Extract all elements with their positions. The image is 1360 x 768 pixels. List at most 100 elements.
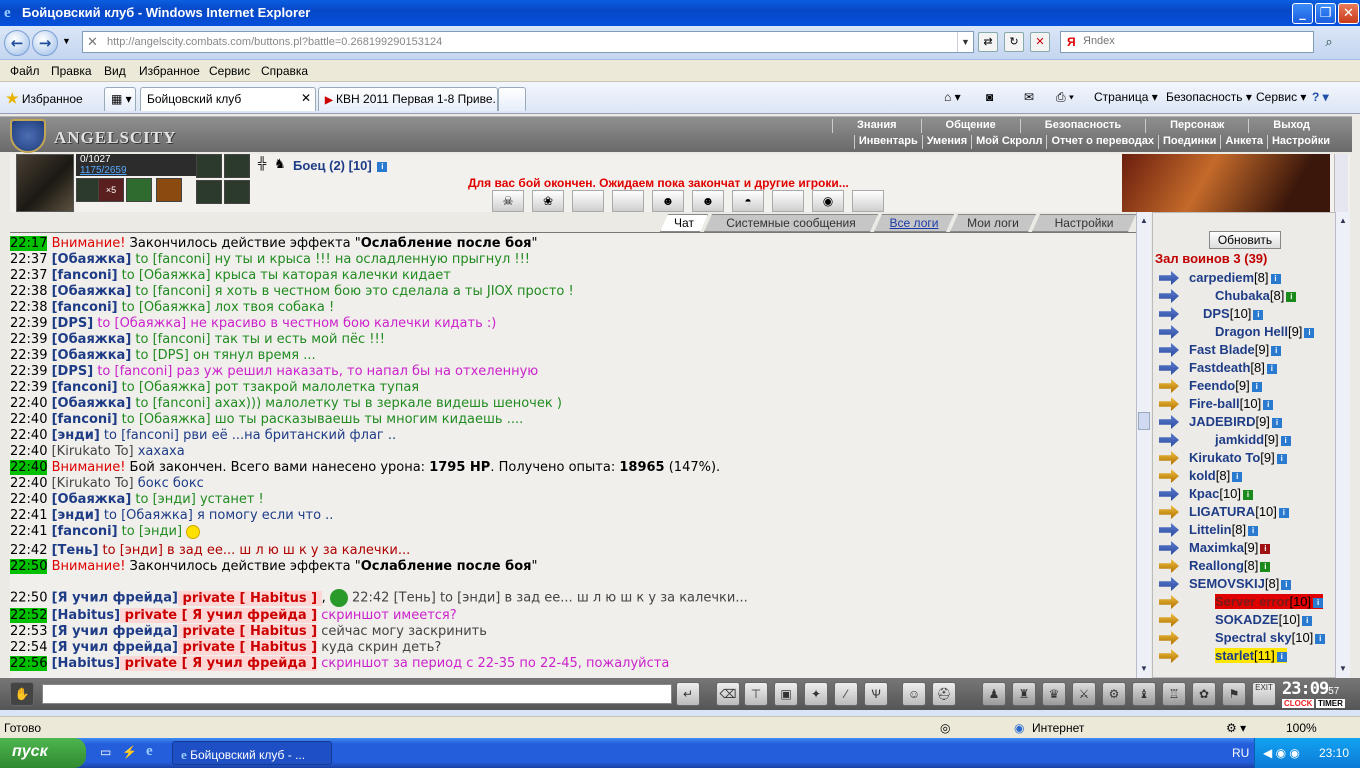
nav-fights[interactable]: Поединки: [1157, 135, 1220, 149]
private-message-icon[interactable]: [1159, 505, 1179, 519]
item-slot[interactable]: [196, 180, 222, 204]
chat-timestamp[interactable]: 22:56: [10, 656, 48, 671]
tab-fight-club[interactable]: Бойцовский клуб ✕: [140, 87, 316, 111]
stop-icon[interactable]: ✕: [1030, 32, 1050, 52]
chat-nick[interactable]: [DPS]: [52, 364, 94, 379]
player-row[interactable]: Spectral sky[10] i: [1159, 629, 1335, 647]
chat-timestamp[interactable]: 22:37: [10, 252, 47, 267]
chat-timestamp[interactable]: 22:40: [10, 492, 47, 507]
player-row[interactable]: Fast Blade[9] i: [1159, 341, 1335, 359]
private-message-icon[interactable]: [1159, 271, 1179, 285]
player-name[interactable]: Maximka[9] i: [1189, 540, 1271, 555]
player-name[interactable]: LIGATURA[10] i: [1189, 504, 1289, 519]
close-button[interactable]: ✕: [1338, 3, 1359, 24]
chat-nick[interactable]: [энди]: [52, 508, 100, 523]
chat-nick[interactable]: [DPS]: [52, 316, 94, 331]
info-icon[interactable]: i: [1286, 291, 1297, 302]
tab-kvn[interactable]: ▶ КВН 2011 Первая 1-8 Приве...: [318, 87, 498, 111]
chat-timestamp[interactable]: 22:17: [10, 236, 48, 251]
player-name[interactable]: Server error[10] i: [1215, 594, 1324, 609]
zoom-level[interactable]: 100%: [1286, 721, 1317, 735]
clock-label[interactable]: CLOCK: [1282, 699, 1315, 708]
search-input[interactable]: [1083, 35, 1303, 47]
player-row[interactable]: JADEBIRD[9] i: [1159, 413, 1335, 431]
chat-private-tag[interactable]: private [ Я учил фрейда ]: [120, 656, 318, 671]
chat-nick[interactable]: [Обаяжка]: [52, 348, 132, 363]
chat-nick[interactable]: [Обаяжка]: [52, 284, 132, 299]
chat-private-tag[interactable]: private [ Я учил фрейда ]: [120, 608, 318, 623]
quick-tabs-button[interactable]: ▦ ▾: [104, 87, 136, 111]
new-tab-button[interactable]: [498, 87, 526, 111]
player-row[interactable]: Reallong[8] i: [1159, 557, 1335, 575]
nav-inventory[interactable]: Инвентарь: [853, 135, 922, 149]
action-icon[interactable]: ♛: [1042, 682, 1066, 706]
nav-security[interactable]: Безопасность: [1019, 119, 1145, 133]
tab-chat[interactable]: Чат: [660, 214, 708, 232]
info-icon[interactable]: i: [1232, 471, 1243, 482]
action-icon[interactable]: ♝: [1132, 682, 1156, 706]
back-button[interactable]: ←: [4, 30, 30, 56]
private-message-icon[interactable]: [1159, 541, 1179, 555]
action-icon[interactable]: ⚙: [1102, 682, 1126, 706]
info-icon[interactable]: i: [1315, 633, 1326, 644]
player-name[interactable]: Littelin[8] i: [1189, 522, 1259, 537]
action-button[interactable]: [572, 190, 604, 212]
player-row[interactable]: Dragon Hell[9] i: [1159, 323, 1335, 341]
chat-private-tag[interactable]: private [ Habitus ]: [178, 624, 318, 639]
action-icon[interactable]: ♜: [1012, 682, 1036, 706]
player-name[interactable]: kold[8] i: [1189, 468, 1243, 483]
player-name[interactable]: SOKADZE[10] i: [1215, 612, 1313, 627]
chat-nick[interactable]: [Обаяжка]: [52, 396, 132, 411]
desktop-icon[interactable]: ▭: [100, 745, 111, 759]
player-name[interactable]: Fire-ball[10] i: [1189, 396, 1274, 411]
favorites-button[interactable]: ★ Избранное: [6, 90, 83, 107]
private-message-icon[interactable]: [1159, 487, 1179, 501]
chat-nick[interactable]: [fanconi]: [52, 380, 118, 395]
chat-nick[interactable]: [Обаяжка]: [52, 332, 132, 347]
player-name[interactable]: carpediem[8] i: [1189, 270, 1281, 285]
info-icon[interactable]: i: [1266, 363, 1277, 374]
private-message-icon[interactable]: [1159, 631, 1179, 645]
info-icon[interactable]: i: [1253, 309, 1264, 320]
chat-nick[interactable]: [энди]: [52, 428, 100, 443]
chat-input[interactable]: [42, 684, 672, 704]
info-icon[interactable]: i: [1248, 525, 1259, 536]
action-icon[interactable]: ♟: [982, 682, 1006, 706]
nav-settings[interactable]: Настройки: [1266, 135, 1334, 149]
smiley-icon[interactable]: ☺: [902, 682, 926, 706]
fighter-name[interactable]: Боец (2) [10] i: [293, 158, 388, 173]
menu-file[interactable]: Файл: [10, 64, 40, 78]
player-row[interactable]: carpediem[8] i: [1159, 269, 1335, 287]
player-row[interactable]: Maximka[9] i: [1159, 539, 1335, 557]
player-row[interactable]: SEMOVSKIJ[8] i: [1159, 575, 1335, 593]
action-button[interactable]: ◉: [812, 190, 844, 212]
chat-timestamp[interactable]: 22:40: [10, 444, 47, 459]
private-message-icon[interactable]: [1159, 343, 1179, 357]
search-icon[interactable]: ⌕: [1318, 31, 1340, 53]
scroll-down-icon[interactable]: ▼: [1138, 662, 1150, 676]
player-name[interactable]: Kirukato To[9] i: [1189, 450, 1287, 465]
action-button[interactable]: ☻: [652, 190, 684, 212]
chat-nick[interactable]: [Habitus]: [52, 656, 121, 671]
action-icon[interactable]: ⚔: [1072, 682, 1096, 706]
info-icon[interactable]: i: [1304, 327, 1315, 338]
info-icon[interactable]: i: [1270, 273, 1281, 284]
panel-scrollbar[interactable]: [1334, 154, 1348, 212]
chat-nick[interactable]: [fanconi]: [52, 268, 118, 283]
start-button[interactable]: пуск: [0, 738, 86, 768]
url-dropdown-icon[interactable]: ▼: [957, 32, 973, 52]
player-row[interactable]: Fastdeath[8] i: [1159, 359, 1335, 377]
info-icon[interactable]: i: [1263, 399, 1274, 410]
info-icon[interactable]: i: [1276, 453, 1287, 464]
private-message-icon[interactable]: [1159, 559, 1179, 573]
help-icon[interactable]: ? ▾: [1312, 90, 1329, 104]
fighter-icon[interactable]: ✦: [804, 682, 828, 706]
player-row[interactable]: SOKADZE[10] i: [1159, 611, 1335, 629]
info-icon[interactable]: i: [377, 161, 388, 172]
player-row[interactable]: Крас[10] i: [1159, 485, 1335, 503]
chat-timestamp[interactable]: 22:39: [10, 316, 47, 331]
ie-quicklaunch-icon[interactable]: e: [146, 743, 153, 760]
chat-timestamp[interactable]: 22:42: [10, 543, 47, 558]
search-field[interactable]: Я: [1060, 31, 1314, 53]
chat-timestamp[interactable]: 22:38: [10, 300, 47, 315]
